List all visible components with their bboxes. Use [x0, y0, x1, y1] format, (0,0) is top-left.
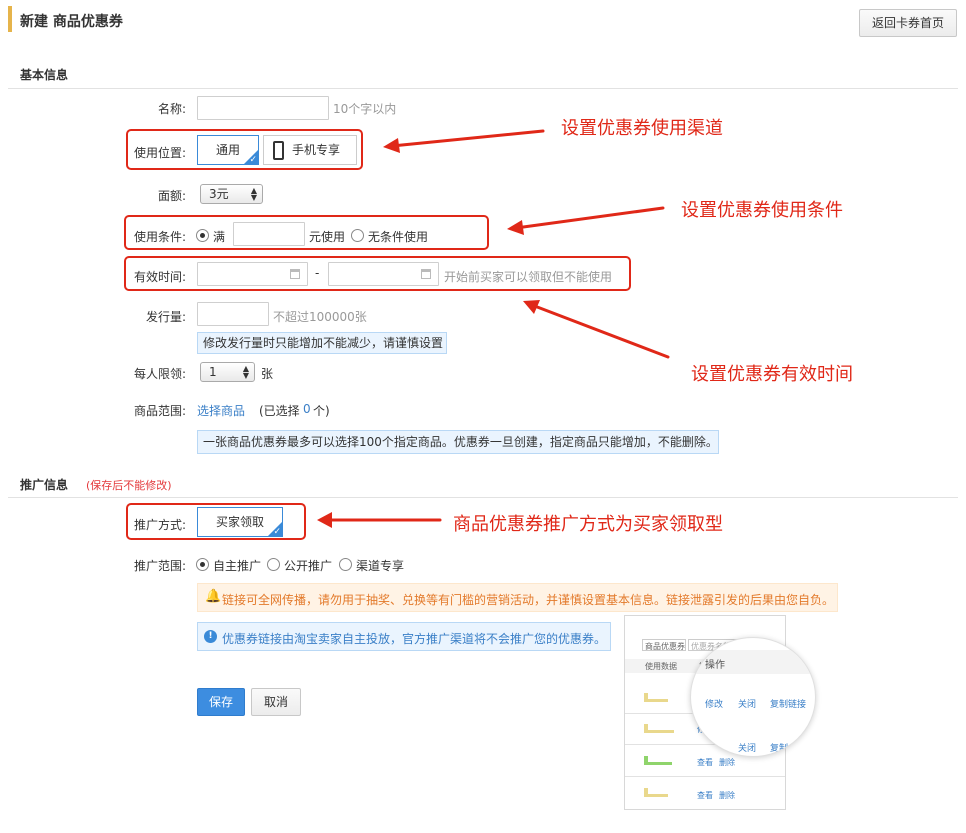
arrow-validity [530, 303, 670, 359]
arrow-condition [514, 206, 665, 230]
arrowhead-condition [507, 220, 524, 235]
arrow-channel [390, 129, 545, 148]
annotation-channel: 设置优惠券使用渠道 [561, 118, 723, 139]
annotation-arrows [317, 129, 670, 528]
annotation-condition: 设置优惠券使用条件 [681, 200, 843, 221]
arrowhead-promo [317, 512, 332, 528]
annotation-promo: 商品优惠券推广方式为买家领取型 [453, 514, 723, 535]
arrowhead-channel [383, 138, 400, 153]
annotation-validity: 设置优惠券有效时间 [691, 364, 853, 385]
